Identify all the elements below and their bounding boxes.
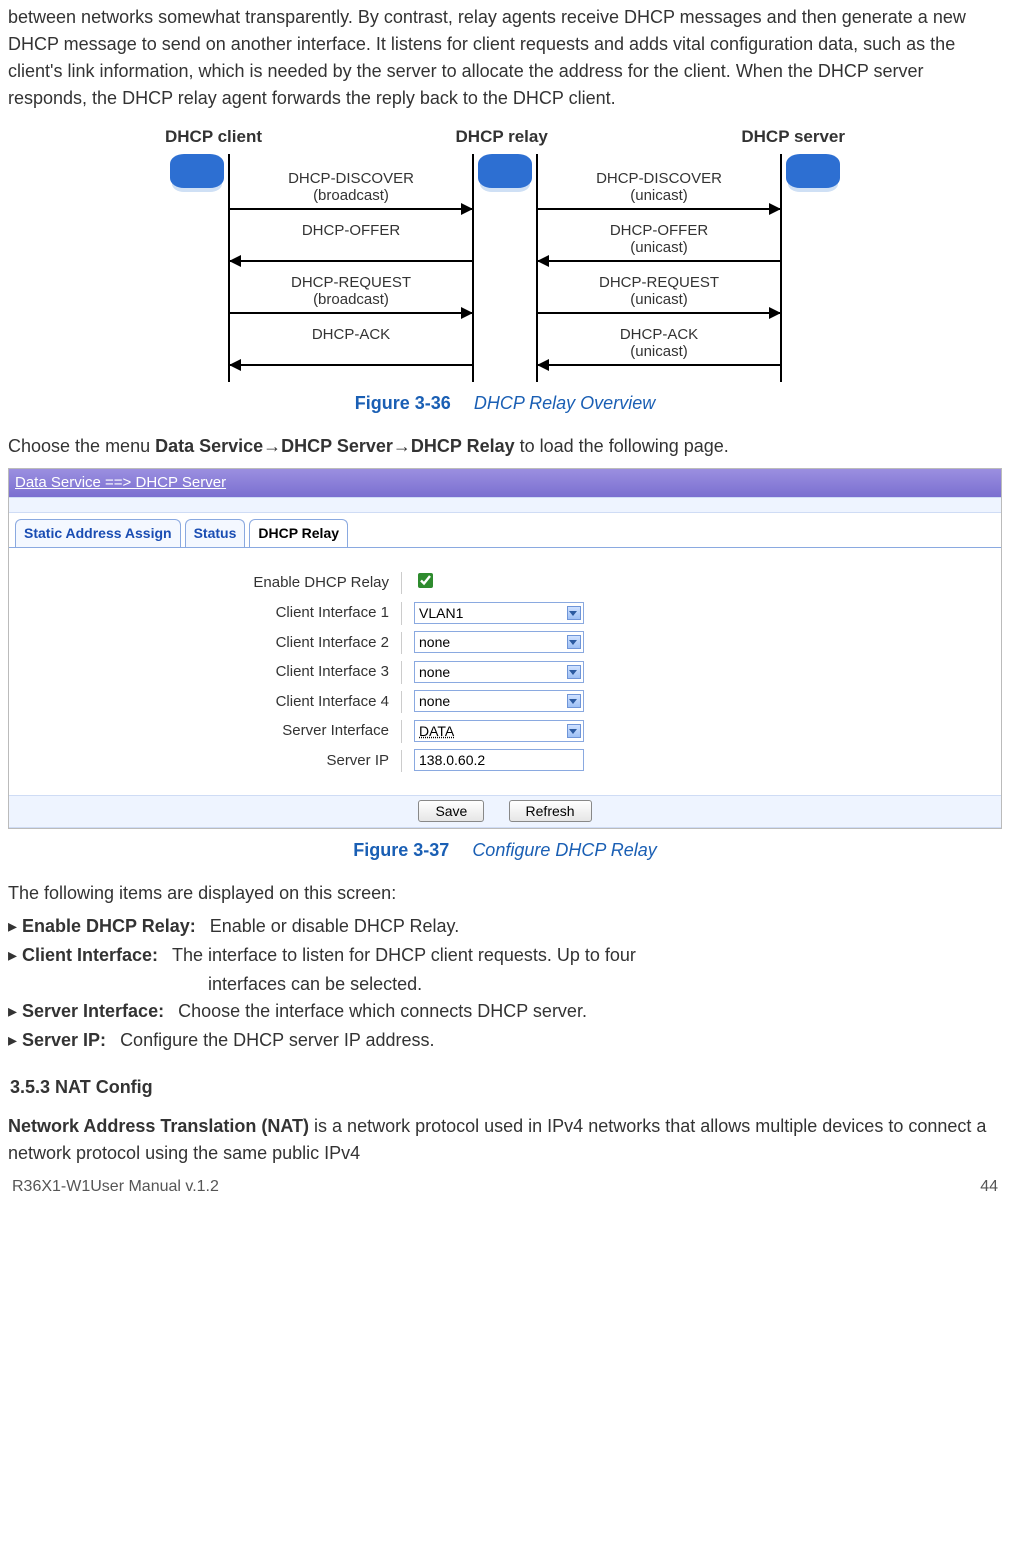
section-3-5-3-heading: 3.5.3 NAT Config (10, 1074, 1002, 1101)
items-intro: The following items are displayed on thi… (8, 880, 1002, 907)
figure-number: Figure 3-36 (355, 393, 451, 413)
triangle-bullet-icon: ▸ (8, 1027, 22, 1054)
enable-dhcp-relay-checkbox[interactable] (418, 573, 433, 588)
arrow-left-icon (230, 260, 472, 262)
arrow-right-icon (230, 208, 472, 210)
diagram-header-client: DHCP client (165, 124, 262, 150)
diagram-left-column: DHCP-DISCOVER(broadcast) DHCP-OFFER DHCP-R… (228, 154, 474, 382)
figure-3-36-caption: Figure 3-36 DHCP Relay Overview (8, 390, 1002, 417)
enable-dhcp-relay-label: Enable DHCP Relay (19, 572, 402, 595)
client-interface-4-select[interactable] (414, 690, 584, 712)
dhcp-relay-config-screenshot: Data Service ==> DHCP Server Static Addr… (8, 468, 1002, 830)
server-interface-select[interactable] (414, 720, 584, 742)
tab-dhcp-relay[interactable]: DHCP Relay (249, 519, 348, 547)
figure-title: Configure DHCP Relay (472, 840, 656, 860)
tab-static-address-assign[interactable]: Static Address Assign (15, 519, 181, 547)
diagram-arrow: DHCP-ACK(unicast) (538, 324, 780, 376)
diagram-arrow-label: DHCP-DISCOVER(unicast) (538, 170, 780, 205)
server-interface-label: Server Interface (19, 720, 402, 743)
arrow-right-icon (538, 312, 780, 314)
figure-3-37-caption: Figure 3-37 Configure DHCP Relay (8, 837, 1002, 864)
refresh-button[interactable]: Refresh (509, 800, 592, 822)
triangle-bullet-icon: ▸ (8, 942, 22, 969)
footer-page-number: 44 (980, 1175, 998, 1199)
definition-description-cont: interfaces can be selected. (208, 971, 1002, 998)
server-ip-input[interactable] (414, 749, 584, 771)
definition-description: Choose the interface which connects DHCP… (178, 998, 587, 1025)
definition-item: ▸Server Interface: Choose the interface w… (8, 998, 1002, 1025)
arrow-left-icon (538, 260, 780, 262)
definition-term: Server IP: (22, 1027, 106, 1054)
triangle-bullet-icon: ▸ (8, 998, 22, 1025)
diagram-right-column: DHCP-DISCOVER(unicast) DHCP-OFFER(unicast… (536, 154, 782, 382)
client-interface-3-select[interactable] (414, 661, 584, 683)
definition-term: Client Interface: (22, 942, 158, 969)
diagram-arrow-label: DHCP-REQUEST(unicast) (538, 274, 780, 309)
arrow-right-icon (230, 312, 472, 314)
definition-item: ▸Client Interface: The interface to liste… (8, 942, 1002, 969)
config-tabs: Static Address AssignStatusDHCP Relay (9, 513, 1001, 547)
definition-description: Configure the DHCP server IP address. (120, 1027, 434, 1054)
diagram-arrow: DHCP-REQUEST(broadcast) (230, 272, 472, 324)
menu-instruction: Choose the menu Data Service→DHCP Server… (8, 433, 1002, 460)
diagram-arrow: DHCP-OFFER (230, 220, 472, 272)
client-interface-1-select[interactable] (414, 602, 584, 624)
definition-item: ▸Enable DHCP Relay: Enable or disable DHC… (8, 913, 1002, 940)
server-ip-label: Server IP (19, 750, 402, 773)
intro-paragraph: between networks somewhat transparently.… (8, 4, 1002, 112)
diagram-arrow-label: DHCP-OFFER (230, 222, 472, 239)
router-icon (786, 154, 840, 188)
definition-term: Server Interface: (22, 998, 164, 1025)
dhcp-relay-diagram: DHCP client DHCP relay DHCP server DHCP-… (165, 124, 845, 382)
router-icon (478, 154, 532, 188)
arrow-left-icon (538, 364, 780, 366)
router-icon (170, 154, 224, 188)
diagram-arrow: DHCP-ACK (230, 324, 472, 376)
client-interface-3-label: Client Interface 3 (19, 661, 402, 684)
definition-description: The interface to listen for DHCP client … (172, 942, 636, 969)
diagram-arrow: DHCP-OFFER(unicast) (538, 220, 780, 272)
page-footer: R36X1-W1User Manual v.1.2 44 (8, 1175, 1002, 1199)
client-interface-4-label: Client Interface 4 (19, 691, 402, 714)
footer-manual-version: R36X1-W1User Manual v.1.2 (12, 1175, 219, 1199)
diagram-arrow-label: DHCP-DISCOVER(broadcast) (230, 170, 472, 205)
figure-title: DHCP Relay Overview (474, 393, 655, 413)
triangle-bullet-icon: ▸ (8, 913, 22, 940)
diagram-arrow: DHCP-REQUEST(unicast) (538, 272, 780, 324)
definition-term: Enable DHCP Relay: (22, 913, 196, 940)
diagram-header-server: DHCP server (741, 124, 845, 150)
diagram-arrow-label: DHCP-REQUEST(broadcast) (230, 274, 472, 309)
diagram-arrow-label: DHCP-OFFER(unicast) (538, 222, 780, 257)
config-subbar (9, 497, 1001, 513)
client-interface-1-label: Client Interface 1 (19, 602, 402, 625)
diagram-arrow-label: DHCP-ACK (230, 326, 472, 343)
tab-status[interactable]: Status (185, 519, 246, 547)
definition-description: Enable or disable DHCP Relay. (210, 913, 459, 940)
arrow-left-icon (230, 364, 472, 366)
client-interface-2-label: Client Interface 2 (19, 632, 402, 655)
save-button[interactable]: Save (418, 800, 484, 822)
client-interface-2-select[interactable] (414, 631, 584, 653)
diagram-arrow: DHCP-DISCOVER(unicast) (538, 168, 780, 220)
config-window-title: Data Service ==> DHCP Server (9, 469, 1001, 498)
diagram-header-relay: DHCP relay (456, 124, 548, 150)
definition-item: ▸Server IP: Configure the DHCP server IP … (8, 1027, 1002, 1054)
definitions-list: ▸Enable DHCP Relay:Enable or disable DHC… (8, 913, 1002, 1054)
diagram-arrow: DHCP-DISCOVER(broadcast) (230, 168, 472, 220)
diagram-arrow-label: DHCP-ACK(unicast) (538, 326, 780, 361)
arrow-right-icon (538, 208, 780, 210)
nat-paragraph: Network Address Translation (NAT) is a n… (8, 1113, 1002, 1167)
figure-number: Figure 3-37 (353, 840, 449, 860)
